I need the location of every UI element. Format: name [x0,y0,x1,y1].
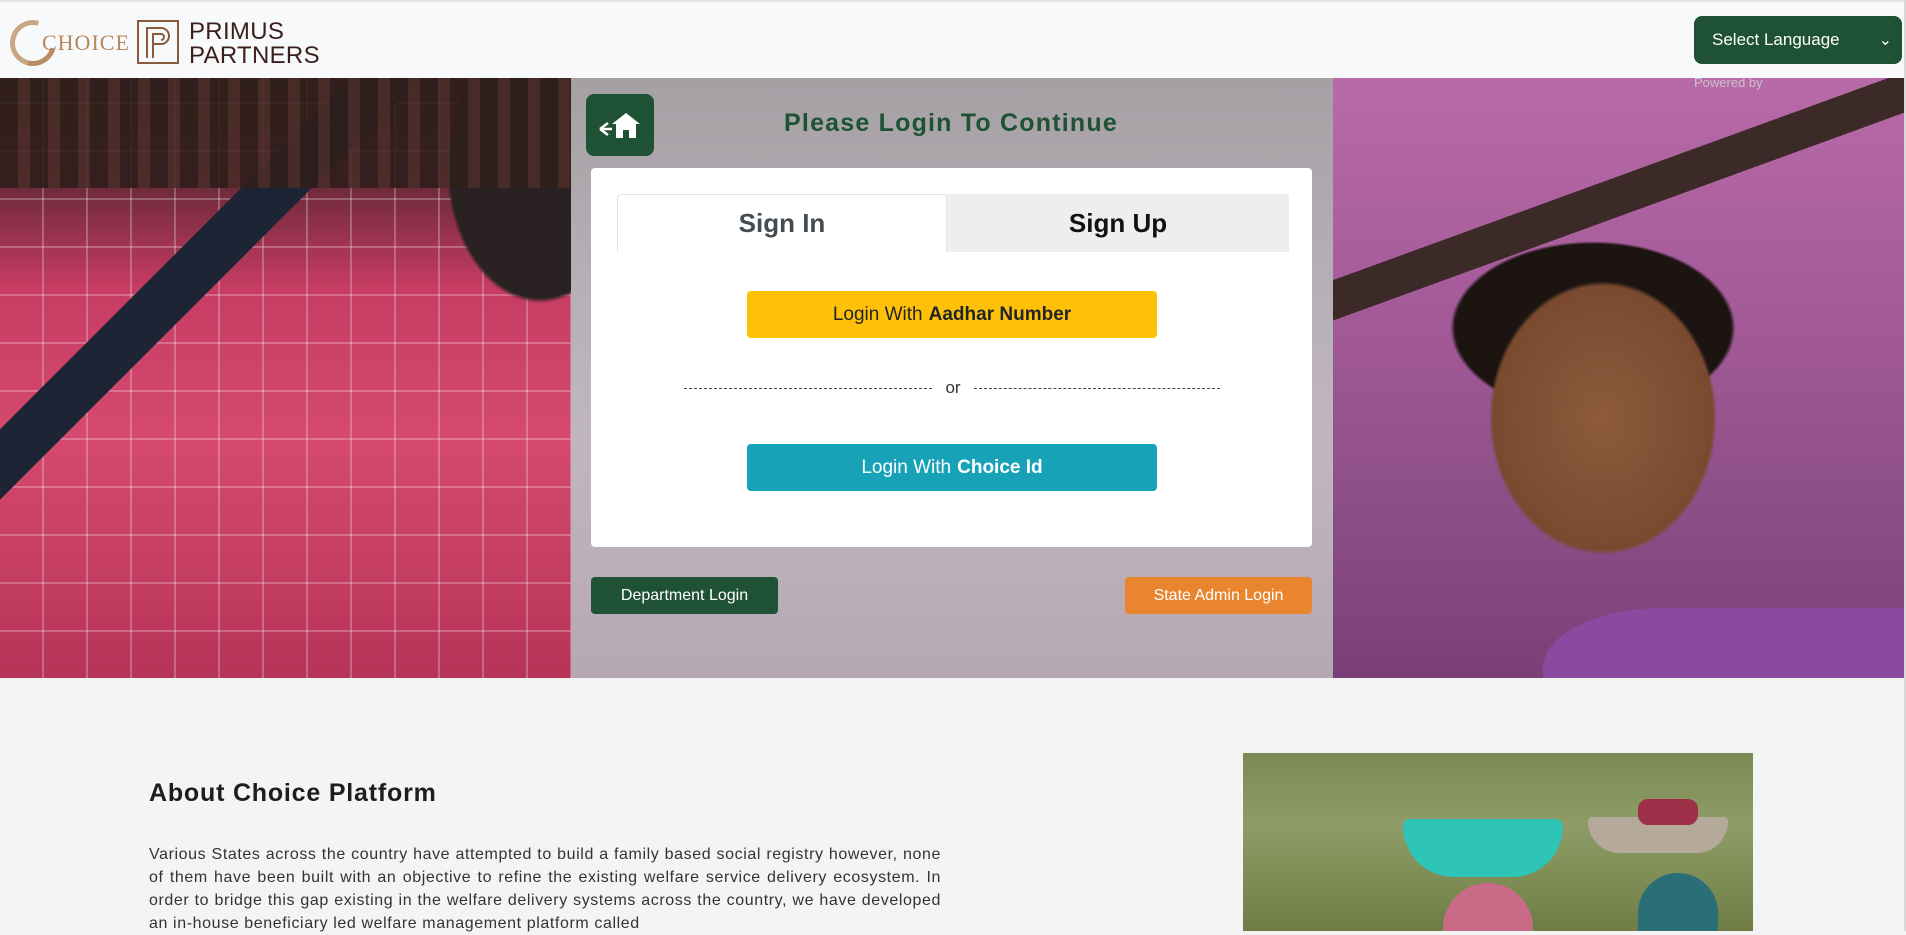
hero-right-shirt [1543,608,1906,678]
primus-logo-text: PRIMUS PARTNERS [189,20,320,68]
language-select-label: Select Language [1712,30,1840,49]
hero-image-man [1333,78,1906,678]
tab-sign-up[interactable]: Sign Up [947,194,1289,252]
state-admin-login-button[interactable]: State Admin Login [1125,577,1312,614]
chevron-down-icon: ⌄ [1878,32,1892,49]
hero-left-background [0,78,571,188]
choice-button-prefix: Login With [861,456,952,478]
or-divider: or [684,378,1220,398]
primus-partners-logo[interactable]: PRIMUS PARTNERS [137,20,320,68]
login-aadhar-button[interactable]: Login With Aadhar Number [747,291,1157,338]
divider-line-right [974,388,1220,389]
divider-or-text: or [945,378,961,397]
top-header: CHOICE PRIMUS PARTNERS Select Language ⌄ [0,0,1906,78]
about-image-woman-right [1638,873,1718,931]
primus-logo-mark-icon [137,20,179,64]
about-image-woman-left [1443,883,1533,931]
primus-logo-line1: PRIMUS [189,18,285,45]
about-text: Various States across the country have a… [149,846,941,932]
about-image-cloth [1638,799,1698,825]
choice-logo[interactable]: CHOICE [1,11,129,75]
about-image [1243,753,1753,931]
choice-logo-text: CHOICE [42,30,130,55]
aadhar-button-bold: Aadhar Number [928,303,1072,325]
primus-logo-line2: PARTNERS [189,42,320,69]
about-image-basin-teal [1403,819,1563,877]
department-login-button[interactable]: Department Login [591,577,778,614]
login-choice-id-button[interactable]: Login With Choice Id [747,444,1157,491]
tab-sign-in[interactable]: Sign In [617,194,947,252]
hero-image-woman [0,78,571,678]
login-card: Sign In Sign Up Login With Aadhar Number… [591,168,1312,547]
auth-tabs: Sign In Sign Up [617,194,1289,252]
divider-line-left [684,388,932,389]
login-heading: Please Login To Continue [784,109,1118,137]
aadhar-button-prefix: Login With [832,303,923,325]
powered-by-text: Powered by [1694,75,1763,90]
language-select[interactable]: Select Language ⌄ [1694,16,1902,64]
about-title: About Choice Platform [149,779,437,807]
choice-button-bold: Choice Id [957,456,1043,478]
